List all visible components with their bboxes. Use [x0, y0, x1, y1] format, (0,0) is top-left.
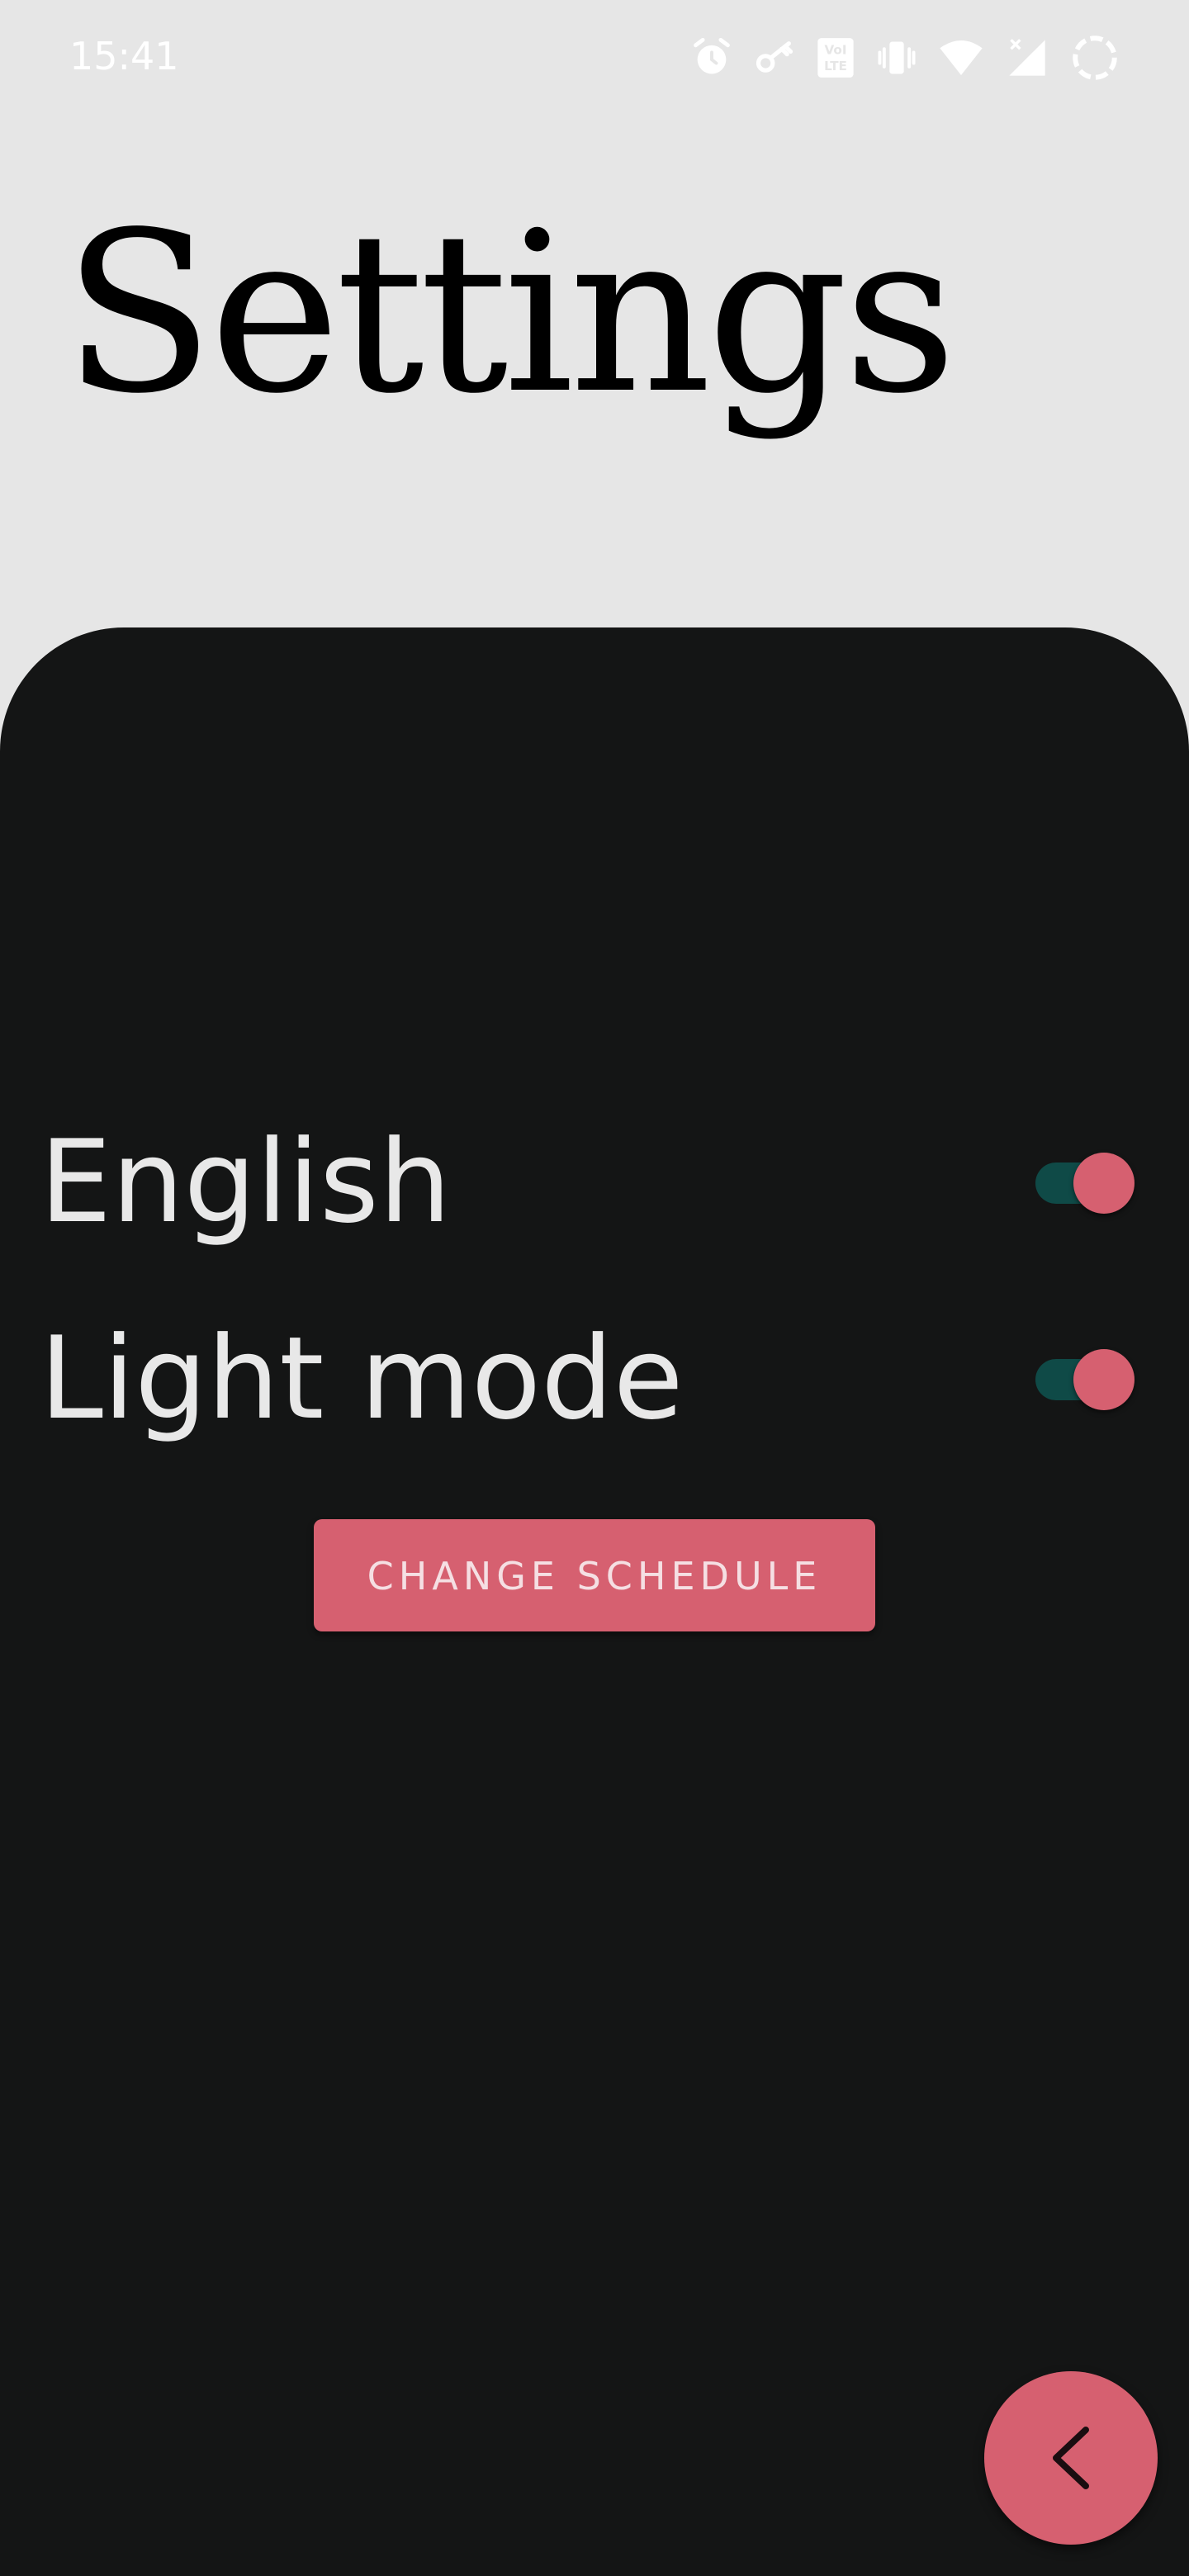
- volte-icon: VoI LTE: [816, 36, 855, 79]
- status-icons: VoI LTE: [690, 33, 1120, 83]
- toggle-thumb: [1073, 1153, 1135, 1214]
- toggle-thumb: [1073, 1349, 1135, 1410]
- light-mode-toggle[interactable]: [1035, 1349, 1138, 1410]
- wifi-icon: [938, 36, 984, 79]
- status-bar: 15:41 VoI LTE: [0, 0, 1189, 112]
- setting-label-english: English: [40, 1115, 452, 1248]
- vibrate-icon: [875, 36, 918, 79]
- battery-icon: [1070, 33, 1120, 83]
- signal-icon: [1004, 36, 1050, 79]
- svg-text:LTE: LTE: [824, 59, 847, 73]
- status-time: 15:41: [69, 34, 179, 78]
- setting-label-light-mode: Light mode: [40, 1312, 684, 1445]
- setting-row-light-mode: Light mode: [0, 1313, 1189, 1445]
- setting-row-english: English: [0, 1116, 1189, 1248]
- chevron-left-icon: [1053, 2427, 1089, 2489]
- back-button[interactable]: [984, 2371, 1158, 2545]
- svg-text:VoI: VoI: [825, 43, 847, 58]
- key-icon: [753, 36, 796, 79]
- english-toggle[interactable]: [1035, 1153, 1138, 1214]
- page-title: Settings: [63, 185, 957, 443]
- change-schedule-button[interactable]: CHANGE SCHEDULE: [314, 1519, 875, 1631]
- alarm-icon: [690, 36, 733, 79]
